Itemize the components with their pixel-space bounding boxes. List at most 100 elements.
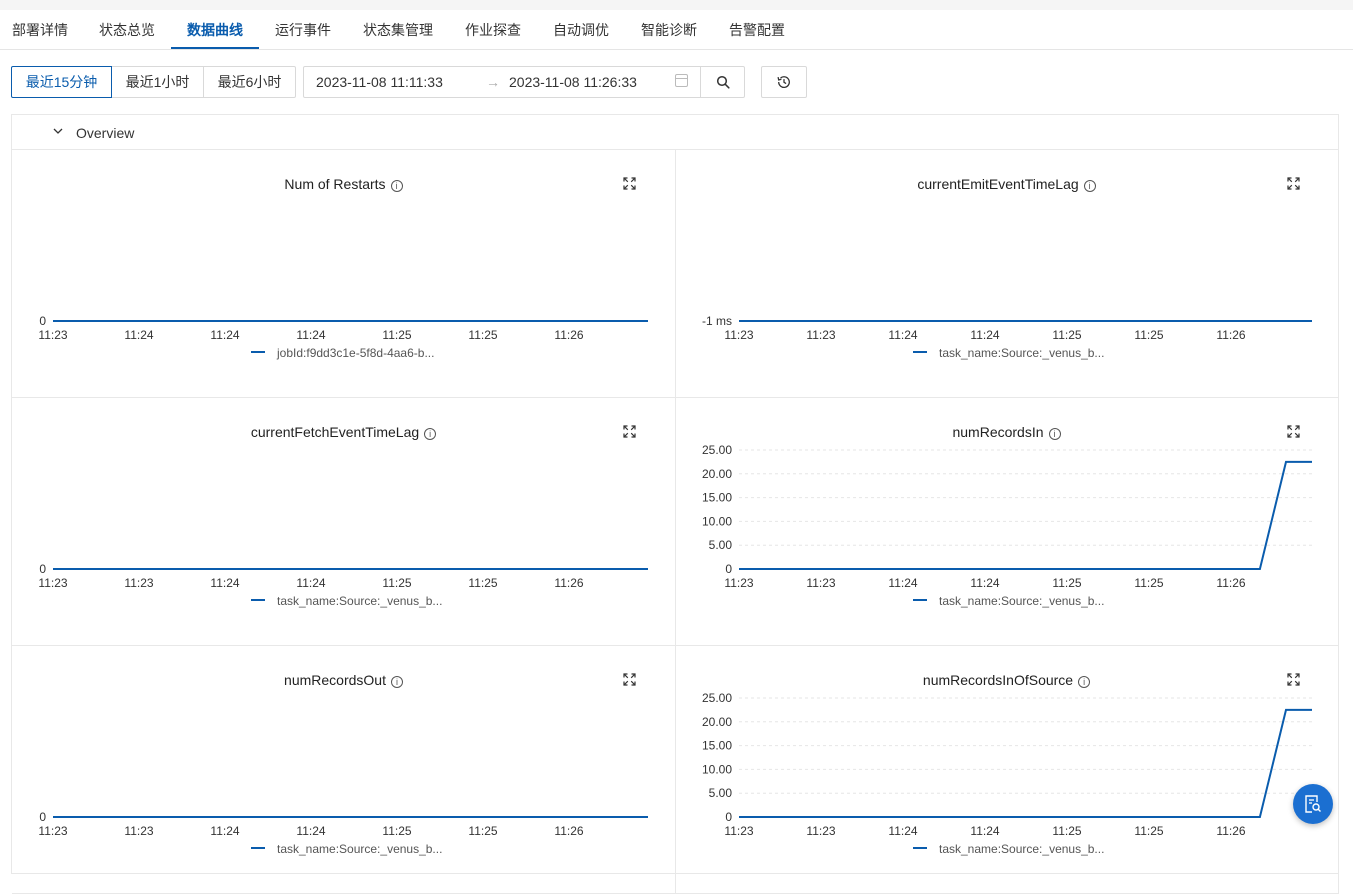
chevron-down-icon[interactable]: [52, 125, 64, 137]
y-tick-label: 0: [39, 810, 46, 824]
tab-data-curves[interactable]: 数据曲线: [187, 10, 243, 50]
x-tick-label: 11:26: [1216, 328, 1245, 342]
x-tick-label: 11:24: [888, 824, 917, 838]
x-tick-label: 11:26: [554, 824, 583, 838]
x-tick-label: 11:23: [38, 576, 67, 590]
x-tick-label: 11:24: [210, 328, 239, 342]
x-tick-label: 11:24: [970, 576, 999, 590]
tab-job-explore[interactable]: 作业探查: [465, 10, 521, 50]
x-tick-label: 11:24: [124, 328, 153, 342]
assistant-fab-button[interactable]: [1293, 784, 1333, 824]
calendar-icon[interactable]: [675, 74, 688, 87]
x-tick-label: 11:23: [724, 824, 753, 838]
search-icon: [716, 75, 730, 89]
chart-svg: 011:23 11:24 11:24 11:24 11:25 11:25 11:26: [38, 314, 648, 342]
chart-card-num-restarts: Num of Restarts i 0 11:23 11:24 11:24 11:24 11…: [12, 150, 676, 398]
x-tick-label: 11:25: [1134, 328, 1163, 342]
search-doc-icon: [1305, 795, 1321, 813]
y-tick-label: 10.00: [702, 762, 732, 776]
date-range-picker[interactable]: 2023-11-08 11:11:33 → 2023-11-08 11:26:3…: [303, 66, 701, 98]
x-tick-label: 11:25: [1052, 576, 1081, 590]
x-tick-label: 11:25: [1052, 328, 1081, 342]
x-tick-label: 11:23: [806, 824, 835, 838]
x-tick-label: 11:25: [1134, 824, 1163, 838]
chart-card-current-fetch-event-time-lag: currentFetchEventTimeLag i 0 11:23 11:23 11:…: [12, 398, 676, 646]
x-tick-label: 11:26: [554, 328, 583, 342]
x-tick-label: 11:26: [554, 576, 583, 590]
legend-swatch: [913, 847, 927, 849]
chart-svg: 0 5.00 10.00 15.00 20.00 25.00 11:23 11:23 11:24…: [702, 691, 1312, 838]
active-tab-indicator: [171, 47, 259, 49]
legend-swatch: [251, 599, 265, 601]
chart-legend[interactable]: task_name:Source:_venus_b...: [913, 346, 1104, 360]
x-tick-label: 11:25: [468, 576, 497, 590]
range-15min-button[interactable]: 最近15分钟: [11, 66, 112, 98]
chart-svg: 0 5.00 10.00 15.00 20.00 25.00 11:23 11:23 11:24…: [702, 443, 1312, 590]
tab-deployment-details[interactable]: 部署详情: [12, 10, 68, 50]
tab-auto-tuning[interactable]: 自动调优: [553, 10, 609, 50]
y-tick-label: 0: [725, 810, 732, 824]
chart-svg: 011:23 11:23 11:24 11:24 11:25 11:25 11:26: [38, 810, 648, 838]
y-tick-label: 15.00: [702, 491, 732, 505]
search-button[interactable]: [700, 66, 745, 98]
x-tick-label: 11:26: [1216, 576, 1245, 590]
chart-card-current-emit-event-time-lag: currentEmitEventTimeLag i -1 ms 11:23 11:23…: [675, 150, 1339, 398]
panel-title: Overview: [76, 125, 135, 141]
x-tick-label: 11:24: [970, 328, 999, 342]
x-tick-label: 11:24: [296, 824, 325, 838]
y-tick-label: 5.00: [709, 786, 733, 800]
tab-run-events[interactable]: 运行事件: [275, 10, 331, 50]
x-tick-label: 11:24: [296, 576, 325, 590]
legend-swatch: [251, 847, 265, 849]
series-line: [739, 460, 1312, 570]
chart-card-num-records-in: numRecordsIn i 0 5.00 10.00 15.00 20.00 25.00 1…: [675, 398, 1339, 646]
x-tick-label: 11:23: [124, 824, 153, 838]
chart-legend[interactable]: task_name:Source:_venus_b...: [251, 594, 442, 608]
tab-stateset-management[interactable]: 状态集管理: [363, 10, 433, 50]
chart-svg: 011:23 11:23 11:24 11:24 11:25 11:25 11:26: [38, 562, 648, 590]
start-time-input[interactable]: 2023-11-08 11:11:33: [316, 74, 443, 90]
y-tick-label: 0: [725, 562, 732, 576]
y-tick-label: 10.00: [702, 514, 732, 528]
y-tick-label: 25.00: [702, 443, 732, 457]
x-tick-label: 11:24: [296, 328, 325, 342]
history-icon: [777, 76, 790, 88]
range-arrow: →: [486, 74, 500, 90]
legend-label: jobId:f9dd3c1e-5f8d-4aa6-b...: [277, 346, 435, 360]
x-tick-label: 11:24: [970, 824, 999, 838]
legend-label: task_name:Source:_venus_b...: [939, 842, 1105, 856]
range-1h-button[interactable]: 最近1小时: [111, 66, 204, 98]
x-tick-label: 11:24: [210, 824, 239, 838]
y-tick-label: 20.00: [702, 715, 732, 729]
y-tick-label: 5.00: [709, 538, 733, 552]
series-line: [739, 708, 1312, 818]
legend-label: task_name:Source:_venus_b...: [939, 594, 1105, 608]
y-tick-label: 15.00: [702, 739, 732, 753]
legend-swatch: [913, 599, 927, 601]
chart-legend[interactable]: task_name:Source:_venus_b...: [913, 594, 1104, 608]
x-tick-label: 11:25: [382, 576, 411, 590]
x-tick-label: 11:24: [888, 576, 917, 590]
x-tick-label: 11:25: [1134, 576, 1163, 590]
tab-bar: 部署详情 状态总览 数据曲线 运行事件 状态集管理 作业探查 自动调优 智能诊断…: [0, 10, 1353, 50]
tab-state-overview[interactable]: 状态总览: [99, 10, 155, 50]
x-tick-label: 11:26: [1216, 824, 1245, 838]
legend-label: task_name:Source:_venus_b...: [277, 594, 443, 608]
y-tick-label: 25.00: [702, 691, 732, 705]
chart-legend[interactable]: task_name:Source:_venus_b...: [251, 842, 442, 856]
range-6h-button[interactable]: 最近6小时: [203, 66, 296, 98]
legend-label: task_name:Source:_venus_b...: [939, 346, 1105, 360]
history-button[interactable]: [761, 66, 807, 98]
y-tick-label: 0: [39, 314, 46, 328]
chart-legend[interactable]: jobId:f9dd3c1e-5f8d-4aa6-b...: [251, 346, 434, 360]
tab-alert-config[interactable]: 告警配置: [729, 10, 785, 50]
y-tick-label: 20.00: [702, 467, 732, 481]
x-tick-label: 11:23: [38, 824, 67, 838]
y-tick-label: -1 ms: [702, 314, 732, 328]
overview-panel-header[interactable]: Overview: [12, 115, 1338, 150]
tab-smart-diagnosis[interactable]: 智能诊断: [641, 10, 697, 50]
chart-legend[interactable]: task_name:Source:_venus_b...: [913, 842, 1104, 856]
end-time-input[interactable]: 2023-11-08 11:26:33: [509, 74, 637, 90]
x-tick-label: 11:25: [468, 328, 497, 342]
top-strip: [0, 0, 1353, 10]
